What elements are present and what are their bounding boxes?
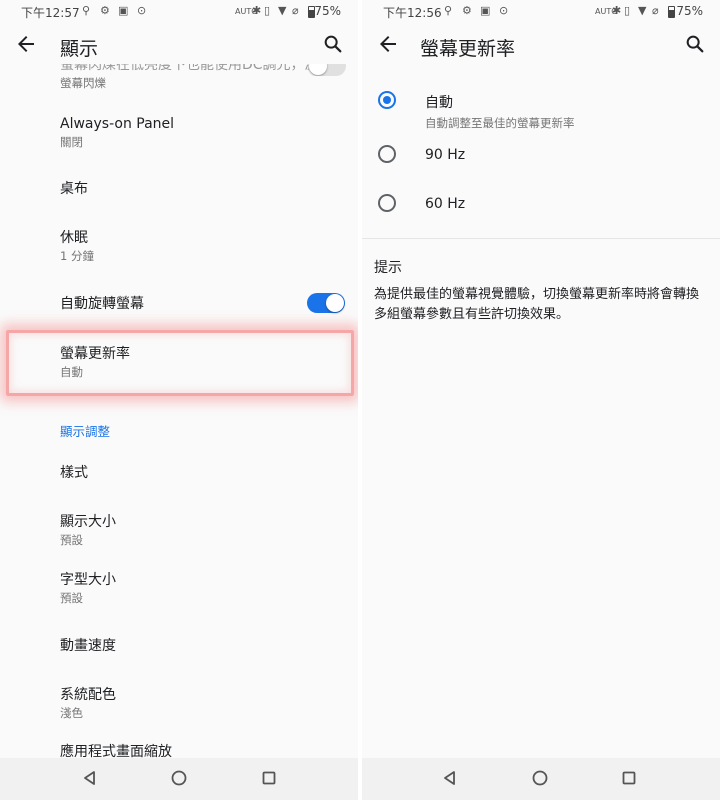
always-on-panel-subtitle: 關閉 [60, 135, 83, 149]
page-title: 顯示 [60, 38, 99, 60]
animation-speed-row[interactable]: 動畫速度 [60, 637, 342, 655]
always-on-panel-row[interactable]: Always-on Panel 關閉 [60, 115, 342, 150]
navigation-bar [0, 758, 358, 800]
section-header-display-adjust: 顯示調整 [60, 424, 111, 439]
back-arrow-icon[interactable] [14, 32, 38, 56]
font-size-title: 字型大小 [60, 572, 116, 588]
status-time: 下午12:57 [21, 6, 80, 20]
gallery-icon: ▣ [480, 4, 491, 17]
refresh-rate-row[interactable]: 螢幕更新率 自動 [60, 345, 342, 380]
home-circle-icon[interactable] [169, 768, 189, 788]
app-bar: 顯示 [0, 26, 358, 66]
system-color-subtitle: 淺色 [60, 706, 83, 720]
option-90hz-label: 90 Hz [425, 147, 466, 163]
no-sim-icon: ⌀ [292, 4, 299, 17]
back-arrow-icon[interactable] [376, 32, 400, 56]
status-time: 下午12:56 [383, 6, 442, 20]
bluetooth-icon: ✱ [252, 4, 262, 17]
recents-square-icon[interactable] [259, 768, 279, 788]
recents-square-icon[interactable] [619, 768, 639, 788]
always-on-panel-title: Always-on Panel [60, 116, 175, 132]
option-auto-subtitle: 自動調整至最佳的螢幕更新率 [425, 116, 575, 130]
wallpaper-title: 桌布 [60, 181, 88, 197]
battery-percent: 75% [314, 4, 341, 18]
battery-icon [668, 6, 675, 18]
data-saver-icon: ⊙ [137, 4, 147, 17]
app-bar: 螢幕更新率 [362, 26, 720, 66]
home-circle-icon[interactable] [530, 768, 550, 788]
wallpaper-row[interactable]: 桌布 [60, 180, 342, 198]
refresh-rate-subtitle: 自動 [60, 365, 83, 379]
display-size-subtitle: 預設 [60, 533, 83, 547]
sleep-subtitle: 1 分鐘 [60, 249, 94, 263]
option-auto-label: 自動 [425, 95, 453, 111]
style-row[interactable]: 樣式 [60, 464, 342, 482]
style-title: 樣式 [60, 465, 88, 481]
display-size-row[interactable]: 顯示大小 預設 [60, 513, 342, 548]
battery-percent: 75% [676, 4, 703, 18]
back-triangle-icon[interactable] [440, 768, 460, 788]
refresh-rate-title: 螢幕更新率 [60, 346, 130, 362]
display-settings-screen: 下午12:57 ⚲ ⚙ ▣ ⊙ AUTO ✱ ▯ ▼ ⌀ 75% 顯示 螢幕閃爍… [0, 0, 358, 800]
wifi-icon: ▼ [638, 4, 647, 17]
wifi-icon: ▼ [278, 4, 287, 17]
sleep-title: 休眠 [60, 230, 88, 246]
back-triangle-icon[interactable] [80, 768, 100, 788]
radio-auto[interactable] [378, 91, 396, 109]
notification-icon: ⚲ [444, 4, 453, 17]
sleep-row[interactable]: 休眠 1 分鐘 [60, 229, 342, 264]
settings-icon: ⚙ [462, 4, 472, 17]
gallery-icon: ▣ [118, 4, 129, 17]
auto-rotate-toggle[interactable] [307, 293, 345, 313]
page-title: 螢幕更新率 [420, 38, 516, 60]
settings-icon: ⚙ [100, 4, 110, 17]
notification-icon: ⚲ [82, 4, 91, 17]
refresh-rate-screen: 下午12:56 ⚲ ⚙ ▣ ⊙ AUTO ✱ ▯ ▼ ⌀ 75% 螢幕更新率 自… [362, 0, 720, 800]
display-size-title: 顯示大小 [60, 514, 116, 530]
font-size-subtitle: 預設 [60, 591, 83, 605]
search-icon[interactable] [684, 33, 706, 55]
tip-body: 為提供最佳的螢幕視覺體驗，切換螢幕更新率時將會轉換多組螢幕參數且有些許切換效果。 [374, 287, 700, 322]
no-sim-icon: ⌀ [652, 4, 659, 17]
bluetooth-icon: ✱ [612, 4, 622, 17]
search-icon[interactable] [322, 33, 344, 55]
auto-rotate-title: 自動旋轉螢幕 [60, 296, 144, 312]
radio-60hz[interactable] [378, 194, 396, 212]
vibrate-icon: ▯ [624, 4, 631, 17]
auto-rotate-row[interactable]: 自動旋轉螢幕 [60, 295, 342, 313]
font-size-row[interactable]: 字型大小 預設 [60, 571, 342, 606]
flicker-reduction-subtitle: 螢幕閃爍 [60, 76, 106, 90]
system-color-title: 系統配色 [60, 687, 116, 703]
navigation-bar [362, 758, 720, 800]
animation-speed-title: 動畫速度 [60, 638, 116, 654]
data-saver-icon: ⊙ [499, 4, 509, 17]
system-color-row[interactable]: 系統配色 淺色 [60, 686, 342, 721]
section-divider [362, 238, 720, 239]
vibrate-icon: ▯ [264, 4, 271, 17]
option-60hz-label: 60 Hz [425, 196, 466, 212]
tip-title: 提示 [374, 260, 402, 276]
radio-90hz[interactable] [378, 145, 396, 163]
